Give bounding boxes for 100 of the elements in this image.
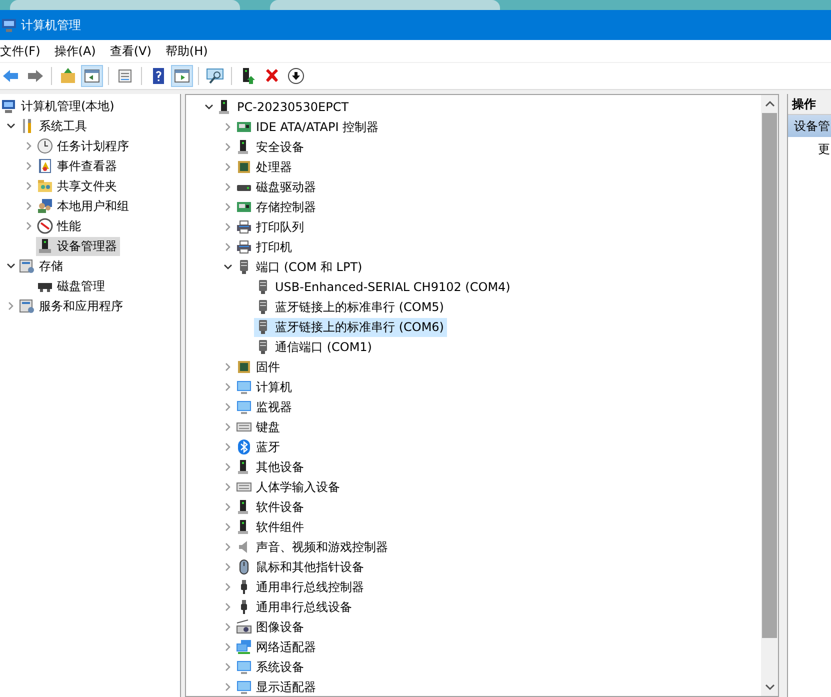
expand-chevron-icon[interactable]: [223, 482, 233, 492]
collapse-chevron-icon[interactable]: [223, 262, 233, 272]
monitor-icon: [236, 379, 252, 395]
expand-chevron-icon[interactable]: [223, 522, 233, 532]
tree-item[interactable]: 通用串行总线控制器: [235, 578, 367, 596]
monitor-icon: [236, 399, 252, 415]
tree-item[interactable]: 监视器: [235, 398, 295, 416]
tree-item[interactable]: 蓝牙: [235, 438, 283, 456]
collapse-chevron-icon[interactable]: [6, 121, 16, 131]
tree-item[interactable]: 系统工具: [18, 116, 90, 136]
menu-item[interactable]: 帮助(H): [165, 42, 208, 60]
tree-item[interactable]: 蓝牙链接上的标准串行 (COM6): [254, 318, 447, 336]
action-section[interactable]: 设备管: [788, 115, 831, 137]
menu-item[interactable]: 操作(A): [54, 42, 96, 60]
tree-item[interactable]: IDE ATA/ATAPI 控制器: [235, 118, 382, 136]
tree-item[interactable]: 固件: [235, 358, 283, 376]
menu-item[interactable]: 查看(V): [110, 42, 152, 60]
tree-item[interactable]: 声音、视频和游戏控制器: [235, 538, 391, 556]
expand-chevron-icon[interactable]: [223, 582, 233, 592]
expand-chevron-icon[interactable]: [223, 442, 233, 452]
pane-header: 操作: [788, 94, 831, 115]
tree-item[interactable]: 鼠标和其他指针设备: [235, 558, 367, 576]
camera-icon: [236, 619, 252, 635]
tree-item[interactable]: 显示适配器: [235, 678, 319, 696]
tree-item[interactable]: 服务和应用程序: [18, 296, 126, 316]
expand-chevron-icon[interactable]: [223, 362, 233, 372]
expand-chevron-icon[interactable]: [6, 301, 16, 311]
expand-chevron-icon[interactable]: [223, 142, 233, 152]
tree-item[interactable]: 图像设备: [235, 618, 307, 636]
folder-icon: [37, 178, 53, 194]
tree-item[interactable]: 其他设备: [235, 458, 307, 476]
expand-chevron-icon[interactable]: [223, 402, 233, 412]
log-book-icon: [37, 158, 53, 174]
action-link[interactable]: 更: [788, 141, 831, 158]
expand-chevron-icon[interactable]: [223, 122, 233, 132]
tree-item[interactable]: 本地用户和组: [36, 196, 132, 216]
tree-item[interactable]: 键盘: [235, 418, 283, 436]
expand-chevron-icon[interactable]: [223, 602, 233, 612]
expand-chevron-icon[interactable]: [223, 562, 233, 572]
circuit-card-icon: [236, 119, 252, 135]
tree-item[interactable]: 计算机: [235, 378, 295, 396]
tree-item[interactable]: 蓝牙链接上的标准串行 (COM5): [254, 298, 447, 316]
tree-item[interactable]: USB-Enhanced-SERIAL CH9102 (COM4): [254, 278, 514, 296]
tree-item[interactable]: PC-20230530EPCT: [216, 98, 352, 116]
tree-item[interactable]: 打印机: [235, 238, 295, 256]
expand-chevron-icon[interactable]: [223, 622, 233, 632]
expand-chevron-icon[interactable]: [24, 181, 34, 191]
expand-chevron-icon[interactable]: [223, 462, 233, 472]
tree-item[interactable]: 磁盘管理: [36, 276, 108, 296]
network-icon: [236, 639, 252, 655]
expand-chevron-icon[interactable]: [223, 162, 233, 172]
menu-item[interactable]: 文件(F): [0, 42, 40, 60]
expand-chevron-icon[interactable]: [223, 682, 233, 692]
expand-chevron-icon[interactable]: [24, 201, 34, 211]
expand-chevron-icon[interactable]: [223, 182, 233, 192]
chip-icon: [236, 359, 252, 375]
tree-item[interactable]: 网络适配器: [235, 638, 319, 656]
tree-item[interactable]: 处理器: [235, 158, 295, 176]
server-icon: [19, 258, 35, 274]
scrollbar[interactable]: [761, 95, 778, 696]
expand-chevron-icon[interactable]: [223, 542, 233, 552]
tree-item[interactable]: 磁盘驱动器: [235, 178, 319, 196]
gauge-icon: [37, 218, 53, 234]
scroll-thumb[interactable]: [762, 113, 777, 638]
expand-chevron-icon[interactable]: [223, 662, 233, 672]
tree-item[interactable]: 软件组件: [235, 518, 307, 536]
tree-item[interactable]: 计算机管理(本地): [0, 96, 118, 116]
tree-item[interactable]: 共享文件夹: [36, 176, 120, 196]
chip-icon: [236, 159, 252, 175]
tree-item[interactable]: 端口 (COM 和 LPT): [235, 258, 366, 276]
collapse-chevron-icon[interactable]: [6, 261, 16, 271]
tree-item[interactable]: 事件查看器: [36, 156, 120, 176]
action-pane-icon[interactable]: [171, 65, 193, 87]
expand-chevron-icon[interactable]: [24, 221, 34, 231]
tree-item[interactable]: 通用串行总线设备: [235, 598, 355, 616]
tree-item[interactable]: 设备管理器: [36, 236, 120, 256]
expand-chevron-icon[interactable]: [223, 222, 233, 232]
expand-chevron-icon[interactable]: [223, 242, 233, 252]
download-icon[interactable]: [285, 65, 307, 87]
expand-chevron-icon[interactable]: [223, 382, 233, 392]
tree-item[interactable]: 任务计划程序: [36, 136, 132, 156]
tree-pane-icon[interactable]: [81, 65, 103, 87]
printer-icon: [236, 239, 252, 255]
tree-item[interactable]: 存储: [18, 256, 66, 276]
circuit-card-icon: [236, 199, 252, 215]
expand-chevron-icon[interactable]: [223, 422, 233, 432]
tree-item[interactable]: 存储控制器: [235, 198, 319, 216]
expand-chevron-icon[interactable]: [223, 502, 233, 512]
tree-item[interactable]: 打印队列: [235, 218, 307, 236]
collapse-chevron-icon[interactable]: [204, 102, 214, 112]
tree-item[interactable]: 系统设备: [235, 658, 307, 676]
expand-chevron-icon[interactable]: [223, 202, 233, 212]
tree-item[interactable]: 人体学输入设备: [235, 478, 343, 496]
tree-item[interactable]: 通信端口 (COM1): [254, 338, 375, 356]
tree-item[interactable]: 性能: [36, 216, 84, 236]
expand-chevron-icon[interactable]: [223, 642, 233, 652]
tree-item[interactable]: 软件设备: [235, 498, 307, 516]
expand-chevron-icon[interactable]: [24, 141, 34, 151]
tree-item[interactable]: 安全设备: [235, 138, 307, 156]
expand-chevron-icon[interactable]: [24, 161, 34, 171]
